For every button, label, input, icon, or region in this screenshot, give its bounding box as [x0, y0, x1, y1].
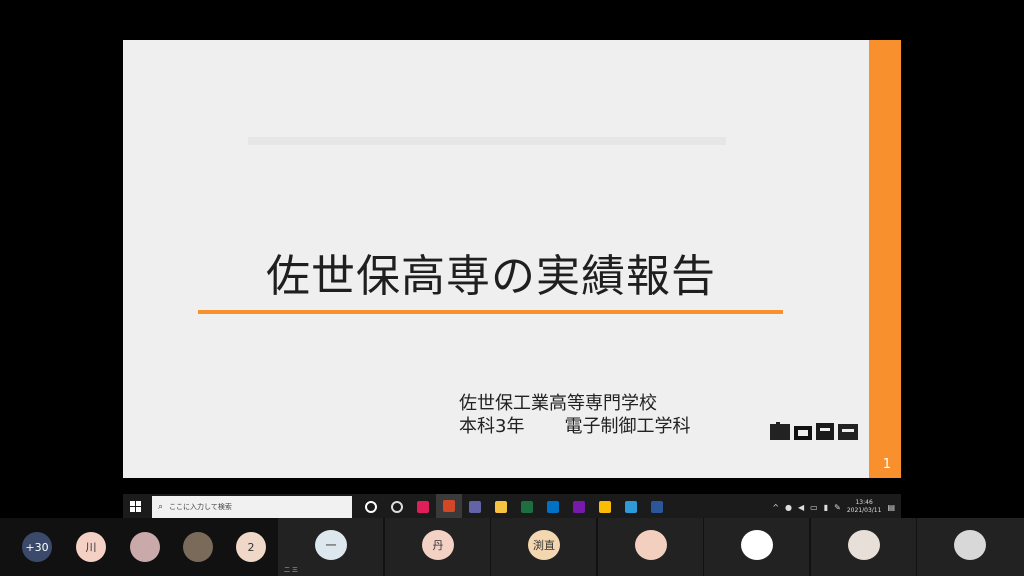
participant-tile[interactable]	[704, 518, 809, 576]
participant-avatar	[848, 530, 880, 560]
taskbar-app-slack[interactable]	[410, 494, 436, 520]
clock-time: 13:46	[855, 499, 873, 506]
participant-tile[interactable]	[598, 518, 703, 576]
participant-name: 二 三	[284, 567, 298, 574]
pen-icon[interactable]: ✎	[834, 503, 841, 512]
taskbar-app-cortana[interactable]	[358, 494, 384, 520]
tray-chevron-icon[interactable]: ^	[772, 503, 779, 512]
taskbar-app-outlook[interactable]	[540, 494, 566, 520]
presentation-slide: 1 佐世保高専の実績報告 佐世保工業高等専門学校 本科3年 電子制御工学科	[123, 40, 901, 478]
grade-label: 本科3年	[459, 416, 525, 437]
participant-avatar[interactable]	[130, 532, 160, 562]
more-participants-button[interactable]: +30	[22, 532, 52, 562]
system-tray: ^ ● ◀ ▭ ▮ ✎ 13:46 2021/03/11 ▤	[772, 499, 901, 515]
slack-icon	[417, 501, 429, 513]
participant-avatar	[741, 530, 773, 560]
powerpoint-icon	[443, 500, 455, 512]
participant-avatar: 一	[315, 530, 347, 560]
edge-icon	[625, 501, 637, 513]
volume-icon[interactable]: ◀	[798, 503, 804, 512]
teams-icon	[469, 501, 481, 513]
taskbar-clock[interactable]: 13:46 2021/03/11	[847, 499, 882, 515]
participant-avatar[interactable]: 2	[236, 532, 266, 562]
outlook-icon	[547, 501, 559, 513]
taskbar-app-chrome[interactable]	[592, 494, 618, 520]
participant-avatar	[954, 530, 986, 560]
title-underline	[198, 310, 783, 314]
participant-tile[interactable]: 渕直	[491, 518, 596, 576]
search-placeholder: ここに入力して検索	[169, 503, 232, 511]
school-department-row: 本科3年 電子制御工学科	[459, 415, 730, 438]
taskbar-app-powerpoint[interactable]	[436, 494, 462, 520]
file-explorer-icon	[495, 501, 507, 513]
battery-icon[interactable]: ▭	[810, 503, 818, 512]
taskbar-app-onenote[interactable]	[566, 494, 592, 520]
taskbar-app-word[interactable]	[644, 494, 670, 520]
cortana-icon	[365, 501, 377, 513]
excel-icon	[521, 501, 533, 513]
start-button[interactable]	[123, 494, 149, 520]
taskbar-app-excel[interactable]	[514, 494, 540, 520]
network-icon[interactable]: ▮	[824, 503, 828, 512]
participant-avatar[interactable]: 川	[76, 532, 106, 562]
department-label: 電子制御工学科	[564, 416, 691, 437]
participant-avatar	[635, 530, 667, 560]
taskbar-app-edge[interactable]	[618, 494, 644, 520]
chrome-icon	[599, 501, 611, 513]
presenter-name-redacted	[770, 422, 858, 440]
word-icon	[651, 501, 663, 513]
slide-page-number: 1	[882, 457, 891, 472]
slide-top-decoration	[248, 137, 726, 145]
search-icon: ⌕	[158, 502, 164, 512]
taskbar-app-task-view[interactable]	[384, 494, 410, 520]
taskbar-app-file-explorer[interactable]	[488, 494, 514, 520]
notifications-icon[interactable]: ▤	[887, 503, 895, 512]
windows-icon	[130, 501, 141, 512]
taskbar-apps	[358, 494, 670, 520]
participant-avatar: 丹	[422, 530, 454, 560]
task-view-icon	[391, 501, 403, 513]
participant-tile[interactable]: 一二 三	[278, 518, 383, 576]
taskbar-app-teams[interactable]	[462, 494, 488, 520]
slide-accent-bar: 1	[869, 40, 901, 478]
clock-date: 2021/03/11	[846, 507, 882, 514]
participant-avatar: 渕直	[528, 530, 560, 560]
participant-tile[interactable]	[811, 518, 916, 576]
microphone-icon[interactable]: ●	[785, 503, 792, 512]
school-info: 佐世保工業高等専門学校 本科3年 電子制御工学科	[459, 392, 730, 438]
windows-taskbar: ⌕ ここに入力して検索 ^ ● ◀ ▭ ▮ ✎ 13:46 2021/03/11…	[123, 494, 901, 520]
participant-tile[interactable]: 丹	[385, 518, 490, 576]
onenote-icon	[573, 501, 585, 513]
school-name: 佐世保工業高等専門学校	[459, 393, 657, 414]
participant-avatar[interactable]	[183, 532, 213, 562]
participant-tile[interactable]	[917, 518, 1024, 576]
taskbar-search-box[interactable]: ⌕ ここに入力して検索	[152, 496, 352, 518]
slide-title: 佐世保高専の実績報告	[266, 251, 716, 302]
